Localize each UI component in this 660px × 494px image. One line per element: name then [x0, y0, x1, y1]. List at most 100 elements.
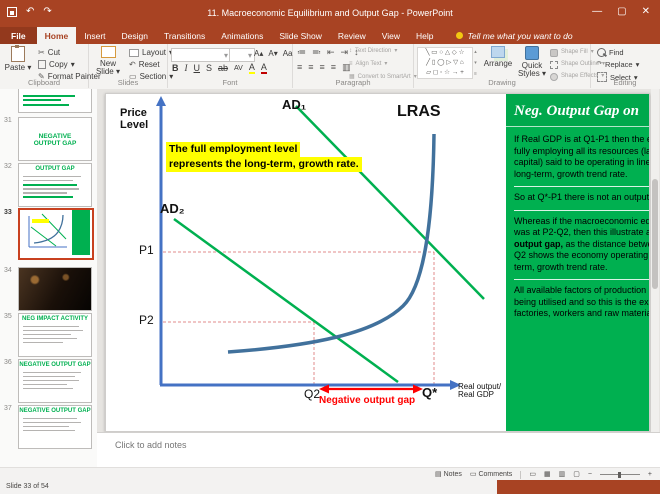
normal-view-button[interactable]: ▭ — [529, 470, 536, 479]
reset-button[interactable]: ↶ Reset — [129, 60, 160, 69]
vertical-scrollbar[interactable] — [651, 89, 659, 432]
tell-me-box[interactable]: Tell me what you want to do — [442, 27, 573, 44]
replace-button[interactable]: ↷ Replace ▾ — [597, 60, 639, 69]
tab-view[interactable]: View — [374, 27, 408, 44]
tab-design[interactable]: Design — [114, 27, 156, 44]
layout-button[interactable]: Layout ▾ — [129, 48, 173, 57]
tab-insert[interactable]: Insert — [76, 27, 113, 44]
notes-placeholder: Click to add notes — [115, 440, 187, 450]
tab-home[interactable]: Home — [36, 27, 77, 44]
notes-toggle-button[interactable]: ▤ Notes — [435, 470, 462, 479]
tab-help[interactable]: Help — [408, 27, 441, 44]
shapes-row: ╲ ▭ ○ △ ◇ ☆ — [425, 49, 465, 56]
callout-line-2: represents the long-term, growth rate. — [166, 157, 362, 172]
shapes-scroll-up-icon[interactable]: ▴ — [474, 48, 477, 57]
slideshow-view-button[interactable]: ▢ — [573, 470, 580, 479]
find-button[interactable]: Find — [597, 48, 624, 57]
slide-canvas[interactable]: Price Level AD₁ LRAS AD₂ P1 P2 Q2 Q* Rea… — [105, 93, 650, 432]
shapes-scroll-down-icon[interactable]: ▾ — [474, 59, 477, 68]
slides-group-label: Slides — [117, 78, 139, 87]
tab-animations[interactable]: Animations — [213, 27, 271, 44]
arrange-icon — [491, 46, 505, 58]
bold-button[interactable]: B — [172, 64, 179, 73]
minimize-button[interactable]: — — [592, 6, 602, 18]
character-spacing-button[interactable]: AV — [234, 64, 243, 73]
slides-group: New Slide ▾ Layout ▾ ↶ Reset ▭ Section ▾… — [89, 44, 173, 88]
chevron-down-icon: ▾ — [542, 69, 547, 78]
slide-thumbnail-panel: 31 NEGATIVE OUTPUT GAP 32 OUTPUT GAP 33 — [0, 89, 98, 467]
shrink-font-button[interactable]: A▾ — [268, 49, 277, 58]
save-icon[interactable] — [7, 7, 17, 17]
tab-file[interactable]: File — [0, 27, 37, 44]
arrange-button[interactable]: Arrange — [482, 46, 514, 68]
decrease-indent-icon[interactable]: ⇤ — [327, 48, 335, 57]
shape-fill-button[interactable]: Shape Fill ▾ — [550, 48, 594, 57]
numbering-icon[interactable]: ≕ — [312, 48, 321, 57]
paste-button[interactable]: Paste ▾ — [2, 45, 34, 72]
slide-sorter-view-button[interactable]: ▦ — [544, 470, 551, 479]
drawing-group: ╲ ▭ ○ △ ◇ ☆ ╱ ▯ ◯ ▷ ▽ ⌂ ▱ ◻ ◦ ☆ → + ▴ ▾ … — [414, 44, 605, 88]
zoom-out-button[interactable]: − — [588, 470, 592, 479]
panel-title: Neg. Output Gap on — [514, 103, 640, 119]
y-axis-arrow — [156, 96, 166, 106]
copy-button[interactable]: Copy ▾ — [38, 60, 75, 69]
text-shadow-button[interactable]: S — [206, 64, 212, 73]
new-slide-icon — [100, 46, 116, 58]
font-size-combo[interactable]: ▾ — [229, 48, 255, 62]
ad1-curve — [295, 105, 485, 300]
underline-button[interactable]: U — [194, 64, 201, 73]
tab-review[interactable]: Review — [330, 27, 374, 44]
x-axis-label: Real output/ Real GDP — [458, 382, 502, 400]
notes-pane[interactable]: Click to add notes — [97, 432, 660, 468]
align-text-button[interactable]: ≡ Align Text ▾ — [349, 60, 387, 69]
redo-icon[interactable]: ↷ — [43, 7, 51, 17]
p2-label: P2 — [139, 313, 154, 327]
quick-access-toolbar: ↶ ↷ — [7, 7, 52, 17]
tab-transitions[interactable]: Transitions — [156, 27, 213, 44]
comments-toggle-button[interactable]: ▭ Comments — [470, 470, 512, 479]
full-employment-callout[interactable]: The full employment level represents the… — [166, 142, 362, 172]
scrollbar-thumb[interactable] — [652, 179, 658, 289]
chevron-down-icon: ▾ — [247, 50, 252, 60]
undo-icon[interactable]: ↶ — [26, 7, 34, 17]
shapes-row: ▱ ◻ ◦ ☆ → + — [426, 69, 464, 76]
close-button[interactable]: ✕ — [642, 6, 650, 18]
thumbnail-title: OUTPUT GAP — [35, 166, 75, 172]
align-text-icon: ≡ — [349, 61, 353, 67]
increase-indent-icon[interactable]: ⇥ — [341, 48, 349, 57]
new-slide-button[interactable]: New Slide ▾ — [91, 46, 125, 76]
bullets-icon[interactable]: ≔ — [297, 48, 306, 57]
thumbnail-photo — [19, 268, 91, 310]
zoom-in-button[interactable]: + — [648, 470, 652, 479]
shapes-gallery[interactable]: ╲ ▭ ○ △ ◇ ☆ ╱ ▯ ◯ ▷ ▽ ⌂ ▱ ◻ ◦ ☆ → + — [417, 47, 473, 79]
chevron-down-icon: ▾ — [70, 60, 75, 69]
align-left-icon[interactable]: ≡ — [297, 63, 302, 72]
zoom-slider-handle[interactable] — [617, 471, 621, 478]
ad1-label: AD₁ — [282, 97, 307, 112]
slide-counter: Slide 33 of 54 — [6, 483, 49, 490]
font-color-button[interactable]: A — [260, 63, 267, 74]
text-direction-button[interactable]: ↕ Text Direction ▾ — [349, 47, 397, 56]
slide-number: 32 — [4, 163, 12, 170]
change-case-button[interactable]: Aa — [283, 49, 293, 58]
thumbnail-diagram — [20, 210, 90, 255]
cut-button[interactable]: ✂ Cut — [38, 48, 60, 57]
maximize-button[interactable]: ▢ — [617, 6, 626, 18]
align-right-icon[interactable]: ≡ — [320, 63, 325, 72]
quick-styles-button[interactable]: Quick Styles ▾ — [516, 46, 548, 78]
shapes-row: ╱ ▯ ◯ ▷ ▽ ⌂ — [426, 59, 464, 66]
p1-label: P1 — [139, 243, 154, 257]
tab-slideshow[interactable]: Slide Show — [271, 27, 330, 44]
zoom-slider[interactable] — [599, 471, 640, 478]
slide-number: 31 — [4, 117, 12, 124]
grow-font-button[interactable]: A▴ — [254, 49, 263, 58]
highlight-color-button[interactable]: A — [248, 63, 255, 74]
font-name-combo[interactable]: ▾ — [171, 48, 231, 62]
italic-button[interactable]: I — [185, 64, 188, 73]
strikethrough-button[interactable]: ab — [218, 64, 228, 73]
align-center-icon[interactable]: ≡ — [308, 63, 313, 72]
explanation-panel[interactable]: Neg. Output Gap on If Real GDP is at Q1-… — [506, 94, 649, 431]
copy-icon — [38, 60, 46, 69]
reading-view-button[interactable]: ▥ — [559, 470, 566, 479]
justify-icon[interactable]: ≡ — [331, 63, 336, 72]
